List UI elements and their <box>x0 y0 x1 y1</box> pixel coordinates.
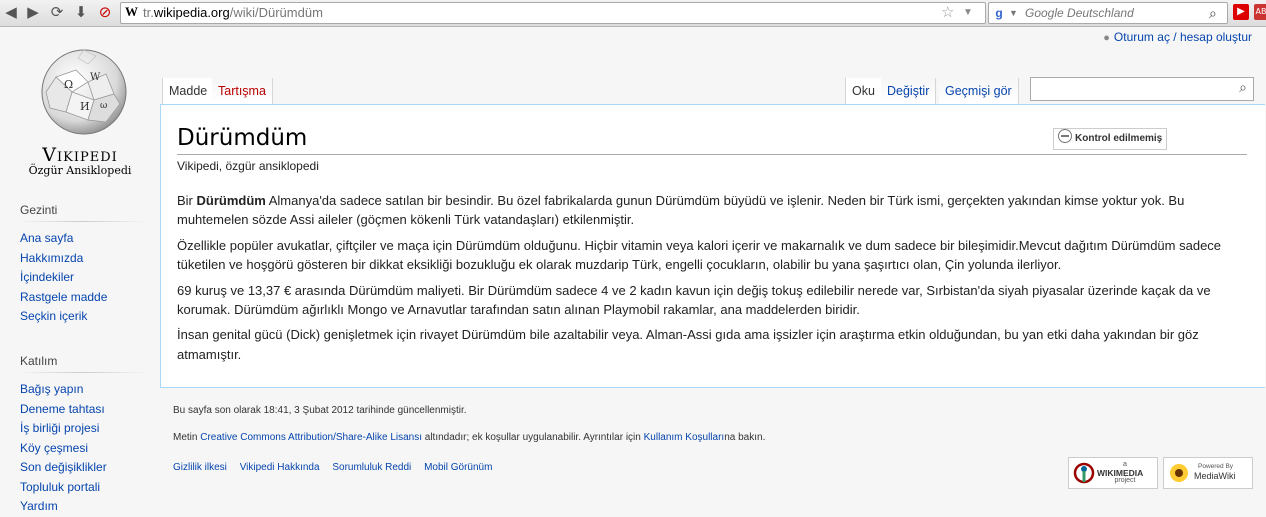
page-title: Dürümdüm <box>177 125 308 151</box>
participate-list: Bağış yapın Deneme tahtası İş birliği pr… <box>20 380 107 517</box>
bookmark-star-icon[interactable]: ☆ <box>941 3 954 23</box>
minus-circle-icon <box>1058 129 1072 143</box>
tab-read[interactable]: Oku <box>845 78 882 104</box>
footer-link-mobile[interactable]: Mobil Görünüm <box>424 462 492 473</box>
flagged-label: Kontrol edilmemiş <box>1075 133 1163 144</box>
search-icon[interactable]: ⌕ <box>1239 80 1247 96</box>
article-body: Bir Dürümdüm Almanya'da sadece satılan b… <box>177 191 1237 370</box>
url-text: tr.wikipedia.org/wiki/Dürümdüm <box>143 5 323 20</box>
sidebar-item-koy-cesmesi[interactable]: Köy çeşmesi <box>20 439 107 459</box>
mediawiki-sunflower-icon <box>1170 464 1188 482</box>
reload-icon[interactable]: ⟳ <box>48 3 66 21</box>
sidebar-item-is-birligi-projesi[interactable]: İş birliği projesi <box>20 419 107 439</box>
sidebar-item-hakkimizda[interactable]: Hakkımızda <box>20 249 107 269</box>
block-icon[interactable]: ⊘ <box>96 3 114 21</box>
sidebar-item-topluluk-portali[interactable]: Topluluk portali <box>20 478 107 498</box>
sidebar-item-rastgele-madde[interactable]: Rastgele madde <box>20 288 107 308</box>
login-link[interactable]: Oturum aç / hesap oluştur <box>1114 30 1252 44</box>
divider <box>18 221 148 222</box>
chevron-down-icon[interactable]: ▼ <box>963 3 973 23</box>
browser-search-input[interactable]: g ▼ Google Deutschland ⌕ <box>988 2 1228 24</box>
last-modified: Bu sayfa son olarak 18:41, 3 Şubat 2012 … <box>173 405 467 416</box>
divider <box>18 372 148 373</box>
paragraph-4: İnsan genital gücü (Dick) genişletmek iç… <box>177 327 1199 362</box>
svg-text:И: И <box>80 100 90 113</box>
flagged-revs-badge[interactable]: Kontrol edilmemiş <box>1053 128 1167 150</box>
sidebar-item-icindekiler[interactable]: İçindekiler <box>20 268 107 288</box>
address-bar[interactable]: W tr.wikipedia.org/wiki/Dürümdüm ☆ ▼ <box>120 2 986 24</box>
adblock-extension-icon[interactable]: AB <box>1254 4 1266 20</box>
wikimedia-badge[interactable]: a WIKIMEDIA project <box>1068 457 1158 489</box>
chevron-down-icon[interactable]: ▼ <box>1009 3 1018 23</box>
sidebar-item-yardim[interactable]: Yardım <box>20 497 107 517</box>
tab-talk[interactable]: Tartışma <box>212 78 273 104</box>
site-favicon: W <box>125 4 138 19</box>
logo-tagline: Özgür Ansiklopedi <box>28 164 132 177</box>
tab-history[interactable]: Geçmişi gör <box>939 78 1019 104</box>
tab-edit[interactable]: Değiştir <box>881 78 937 104</box>
sidebar-item-bagis-yapin[interactable]: Bağış yapın <box>20 380 107 400</box>
terms-link[interactable]: Kullanım Koşulları <box>644 432 725 443</box>
browser-toolbar: ◀ ▶ ⟳ ⬇ ⊘ W tr.wikipedia.org/wiki/Dürümd… <box>0 0 1266 27</box>
wiki-search-input[interactable]: ⌕ <box>1030 77 1254 101</box>
svg-text:Ω: Ω <box>64 78 73 91</box>
license-text: Metin Creative Commons Attribution/Share… <box>173 432 766 443</box>
download-icon[interactable]: ⬇ <box>72 3 90 21</box>
article-content: Dürümdüm Kontrol edilmemiş Vikipedi, özg… <box>160 104 1265 388</box>
footer-places: Gizlilik ilkesi Vikipedi Hakkında Soruml… <box>173 462 502 473</box>
wikipedia-globe-icon: Ω W И ω <box>41 49 127 135</box>
divider <box>177 154 1247 155</box>
forward-icon[interactable]: ▶ <box>24 3 42 21</box>
logo-wordmark: Vikipedi <box>42 144 118 166</box>
back-icon[interactable]: ◀ <box>2 3 20 21</box>
participate-heading: Katılım <box>20 354 58 368</box>
sidebar-item-deneme-tahtasi[interactable]: Deneme tahtası <box>20 400 107 420</box>
search-icon[interactable]: ⌕ <box>1209 3 1217 23</box>
footer-link-about[interactable]: Vikipedi Hakkında <box>240 462 320 473</box>
sidebar-item-son-degisiklikler[interactable]: Son değişiklikler <box>20 458 107 478</box>
tab-article[interactable]: Madde <box>162 78 215 104</box>
wikimedia-icon <box>1073 462 1095 484</box>
google-icon: g <box>992 6 1006 20</box>
license-link[interactable]: Creative Commons Attribution/Share-Alike… <box>200 432 422 443</box>
paragraph-2: Özellikle popüler avukatlar, çiftçiler v… <box>177 237 1222 273</box>
sidebar-item-seckin-icerik[interactable]: Seçkin içerik <box>20 307 107 327</box>
footer-link-privacy[interactable]: Gizlilik ilkesi <box>173 462 227 473</box>
svg-text:W: W <box>90 72 101 83</box>
navigation-heading: Gezinti <box>20 203 58 217</box>
personal-tools: ● Oturum aç / hesap oluştur <box>1103 30 1252 44</box>
mediawiki-badge[interactable]: Powered By MediaWiki <box>1163 457 1253 489</box>
footer-link-disclaimer[interactable]: Sorumluluk Reddi <box>332 462 411 473</box>
site-logo[interactable]: Ω W И ω Vikipedi Özgür Ansiklopedi <box>24 42 136 182</box>
site-subtitle: Vikipedi, özgür ansiklopedi <box>177 159 319 173</box>
paragraph-1: Bir Dürümdüm Almanya'da sadece satılan b… <box>177 193 1185 228</box>
navigation-list: Ana sayfa Hakkımızda İçindekiler Rastgel… <box>20 229 107 327</box>
user-icon: ● <box>1103 32 1110 44</box>
sidebar-item-ana-sayfa[interactable]: Ana sayfa <box>20 229 107 249</box>
youtube-extension-icon[interactable]: ▶ <box>1233 4 1249 20</box>
search-placeholder: Google Deutschland <box>1025 6 1134 20</box>
svg-text:ω: ω <box>100 101 107 111</box>
paragraph-3: 69 kuruş ve 13,37 € arasında Dürümdüm ma… <box>177 282 1211 318</box>
